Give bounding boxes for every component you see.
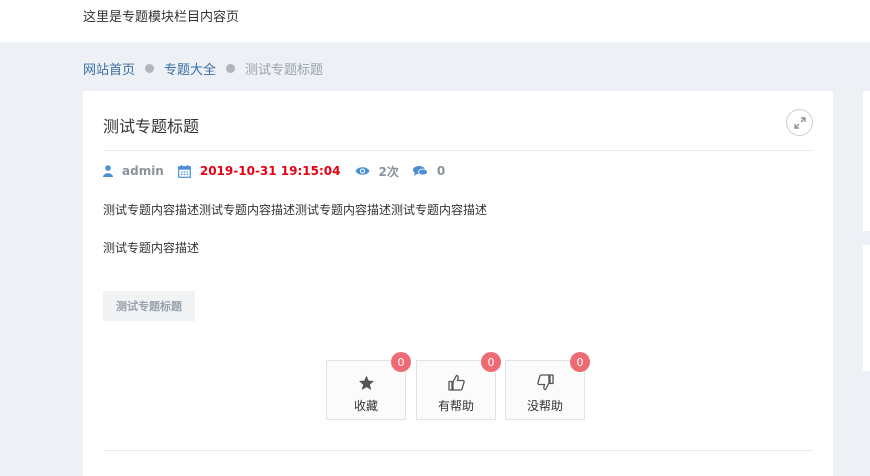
breadcrumb: 网站首页 专题大全 测试专题标题 — [83, 59, 324, 78]
breadcrumb-separator — [145, 63, 155, 73]
favorite-label: 收藏 — [353, 398, 378, 413]
top-bar: 这里是专题模块栏目内容页 — [0, 0, 870, 42]
publish-date: 2019-10-31 19:15:04 — [199, 164, 341, 178]
tag-link[interactable]: 测试专题标题 — [103, 291, 195, 321]
helpful-button[interactable]: 0 有帮助 — [416, 352, 501, 420]
comment-count: 0 — [436, 164, 446, 178]
favorite-count-badge: 0 — [391, 352, 411, 372]
sidebar-panel — [863, 245, 870, 371]
comments-icon — [412, 165, 428, 177]
not-helpful-count-badge: 0 — [570, 352, 590, 372]
breadcrumb-current: 测试专题标题 — [245, 62, 324, 78]
eye-icon — [355, 166, 370, 176]
user-icon — [103, 165, 113, 177]
breadcrumb-section-link[interactable]: 专题大全 — [164, 59, 216, 78]
thumbs-down-icon — [536, 373, 554, 393]
view-count: 2次 — [378, 164, 399, 179]
star-icon — [358, 373, 375, 393]
page-header-text: 这里是专题模块栏目内容页 — [83, 10, 240, 25]
fullscreen-button[interactable] — [786, 109, 813, 136]
favorite-button[interactable]: 0 收藏 — [326, 352, 411, 420]
expand-icon — [793, 116, 806, 129]
thumbs-up-icon — [447, 373, 465, 393]
breadcrumb-separator — [226, 63, 236, 73]
divider — [103, 450, 813, 451]
article-title: 测试专题标题 — [103, 117, 200, 136]
divider — [103, 150, 813, 151]
not-helpful-button[interactable]: 0 没帮助 — [505, 352, 590, 420]
sidebar-panel — [863, 91, 870, 231]
article-card: 测试专题标题 admin 2019-10-31 19:15:04 2次 0 测试… — [83, 91, 833, 476]
article-meta: admin 2019-10-31 19:15:04 2次 0 — [103, 163, 459, 179]
helpful-label: 有帮助 — [437, 398, 474, 413]
article-paragraph: 测试专题内容描述测试专题内容描述测试专题内容描述测试专题内容描述 — [103, 203, 488, 217]
article-paragraph: 测试专题内容描述 — [103, 241, 200, 255]
breadcrumb-home-link[interactable]: 网站首页 — [83, 59, 135, 78]
calendar-icon — [177, 164, 191, 178]
helpful-count-badge: 0 — [481, 352, 501, 372]
author-name[interactable]: admin — [122, 164, 164, 178]
not-helpful-label: 没帮助 — [526, 398, 563, 413]
